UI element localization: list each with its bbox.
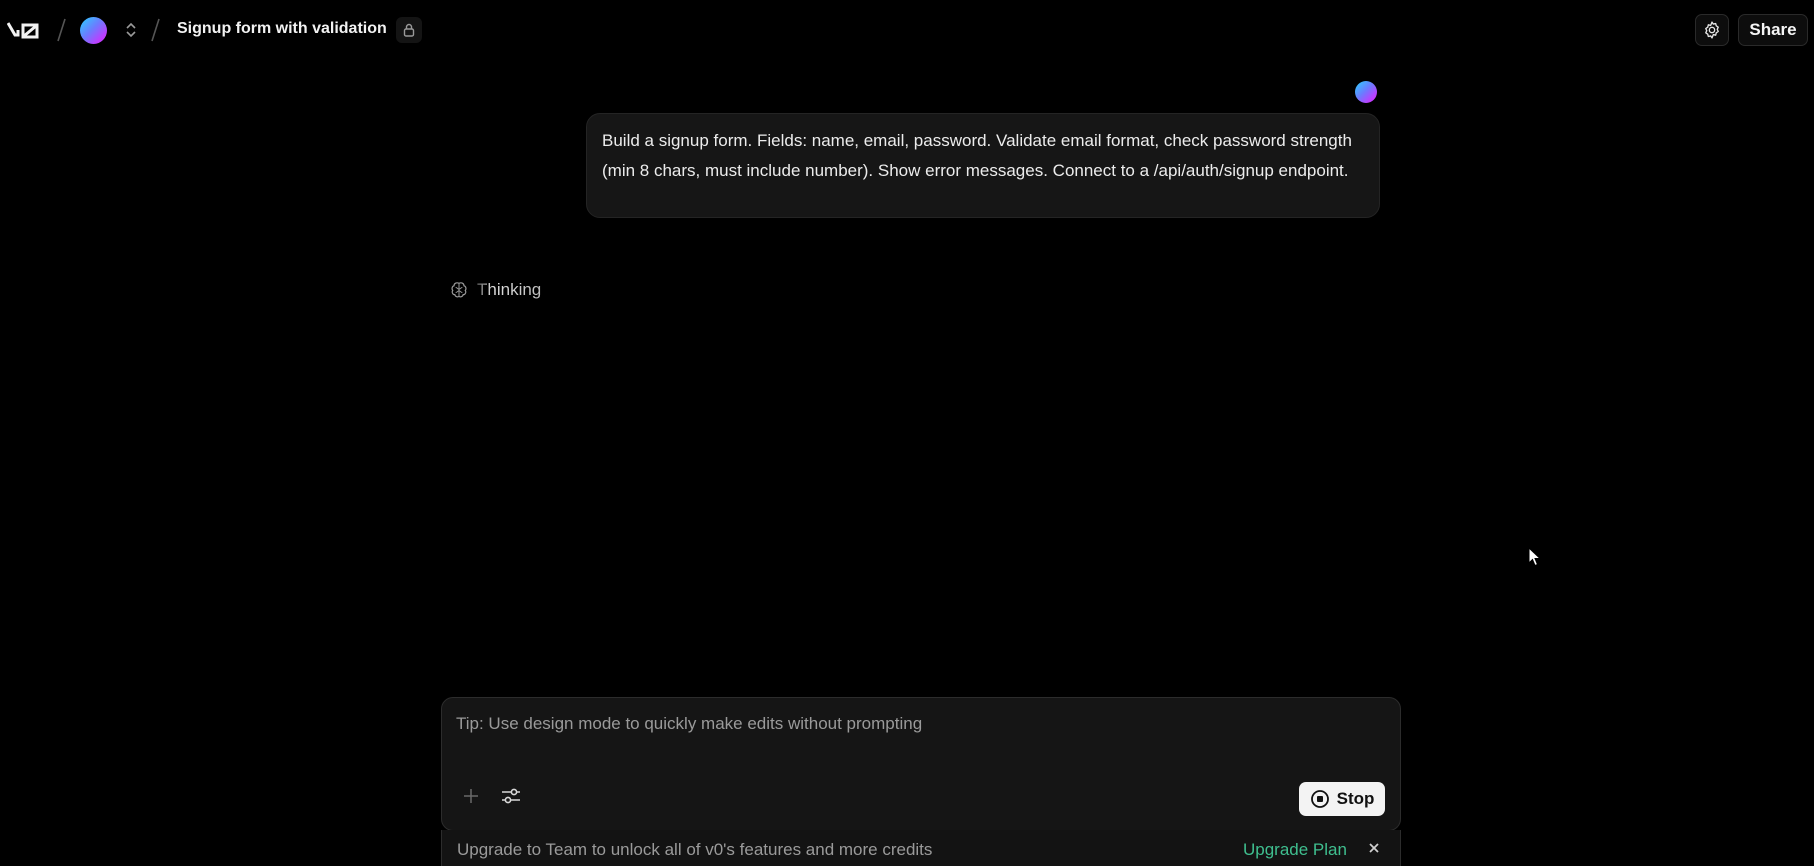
top-bar: Signup form with validation Share [0, 0, 1814, 60]
plus-icon [464, 789, 478, 803]
prompt-composer: Tip: Use design mode to quickly make edi… [441, 697, 1401, 831]
close-icon [1369, 843, 1379, 853]
stop-circle-icon [1310, 790, 1329, 808]
prompt-input[interactable]: Tip: Use design mode to quickly make edi… [456, 714, 1356, 734]
user-message-bubble: Build a signup form. Fields: name, email… [586, 113, 1380, 218]
project-avatar[interactable] [80, 17, 107, 44]
visibility-toggle[interactable] [396, 17, 422, 43]
mouse-cursor [1528, 547, 1542, 567]
stop-button-label: Stop [1336, 789, 1375, 808]
thinking-status-text: Thinking [477, 280, 542, 299]
thinking-indicator: Thinking [449, 278, 541, 302]
sliders-icon [502, 788, 520, 804]
brain-icon [451, 282, 467, 298]
app-window: Signup form with validation Share Build … [0, 0, 1814, 866]
settings-button[interactable] [1695, 14, 1729, 46]
breadcrumb-separator [151, 18, 160, 42]
share-button[interactable]: Share [1738, 14, 1808, 46]
user-avatar [1355, 81, 1377, 103]
lock-icon [403, 23, 415, 37]
breadcrumb-separator [57, 18, 66, 42]
upgrade-plan-link[interactable]: Upgrade Plan [1243, 840, 1347, 860]
upgrade-banner: Upgrade to Team to unlock all of v0's fe… [441, 830, 1401, 866]
gear-icon [1705, 21, 1719, 39]
settings-sliders-button[interactable] [499, 784, 523, 808]
stop-button[interactable]: Stop [1299, 782, 1385, 816]
project-title[interactable]: Signup form with validation [177, 20, 387, 38]
close-banner-button[interactable] [1366, 840, 1382, 856]
add-attachment-button[interactable] [459, 784, 483, 808]
chevron-up-down-icon[interactable] [124, 20, 138, 40]
upgrade-banner-text: Upgrade to Team to unlock all of v0's fe… [457, 840, 933, 859]
v0-logo-icon[interactable] [7, 20, 43, 40]
